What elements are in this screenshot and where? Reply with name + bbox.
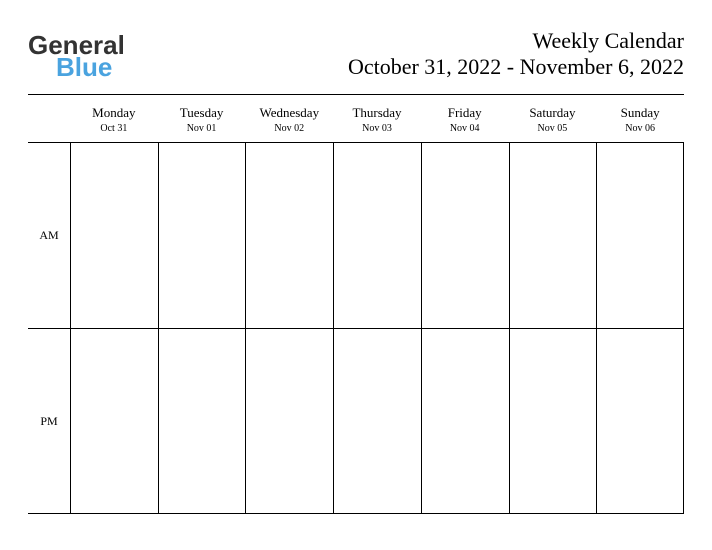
weekday-date: Nov 01: [158, 123, 246, 134]
weekday-name: Monday: [70, 105, 158, 121]
calendar-cell: [70, 328, 158, 514]
weekday-col: Thursday Nov 03: [333, 105, 421, 134]
calendar-cell: [333, 142, 421, 328]
calendar-cell: [245, 328, 333, 514]
weekday-col: Tuesday Nov 01: [158, 105, 246, 134]
gutter-spacer: [28, 105, 70, 134]
page-title: Weekly Calendar: [348, 28, 684, 54]
date-range: October 31, 2022 - November 6, 2022: [348, 54, 684, 80]
weekday-col: Monday Oct 31: [70, 105, 158, 134]
brand-logo: General Blue: [28, 28, 125, 80]
title-block: Weekly Calendar October 31, 2022 - Novem…: [348, 28, 684, 80]
weekday-date: Nov 06: [596, 123, 684, 134]
calendar-cell: [596, 142, 684, 328]
weekday-name: Saturday: [509, 105, 597, 121]
weekday-date: Nov 05: [509, 123, 597, 134]
calendar-cell: [158, 328, 246, 514]
weekday-col: Friday Nov 04: [421, 105, 509, 134]
weekday-date: Nov 03: [333, 123, 421, 134]
calendar-cell: [509, 328, 597, 514]
weekday-name: Thursday: [333, 105, 421, 121]
weekday-date: Oct 31: [70, 123, 158, 134]
weekday-header-row: Monday Oct 31 Tuesday Nov 01 Wednesday N…: [28, 95, 684, 142]
calendar-cell: [333, 328, 421, 514]
calendar-body: AM PM: [28, 142, 684, 514]
weekday-name: Tuesday: [158, 105, 246, 121]
weekday-name: Sunday: [596, 105, 684, 121]
calendar-cell: [421, 142, 509, 328]
weekday-col: Saturday Nov 05: [509, 105, 597, 134]
weekday-date: Nov 02: [245, 123, 333, 134]
calendar-cell: [245, 142, 333, 328]
calendar-cell: [596, 328, 684, 514]
calendar-cell: [509, 142, 597, 328]
weekday-col: Wednesday Nov 02: [245, 105, 333, 134]
weekday-name: Wednesday: [245, 105, 333, 121]
time-label-pm: PM: [28, 328, 70, 514]
time-label-am: AM: [28, 142, 70, 328]
calendar-cell: [158, 142, 246, 328]
weekday-date: Nov 04: [421, 123, 509, 134]
weekday-col: Sunday Nov 06: [596, 105, 684, 134]
calendar-cell: [421, 328, 509, 514]
header: General Blue Weekly Calendar October 31,…: [28, 28, 684, 95]
weekday-name: Friday: [421, 105, 509, 121]
calendar-cell: [70, 142, 158, 328]
